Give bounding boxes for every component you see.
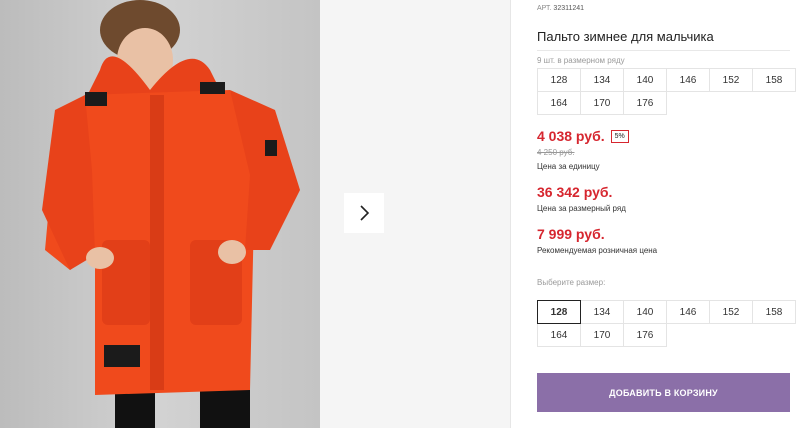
row-price: 36 342 руб.: [537, 184, 613, 200]
size-row-cell: 158: [752, 68, 796, 92]
size-selector: 128 134 140 146 152 158 164 170 176: [537, 300, 796, 347]
size-row-cell: 170: [580, 91, 624, 115]
coat-illustration: [0, 0, 320, 428]
size-option[interactable]: 170: [580, 323, 624, 347]
size-option[interactable]: 158: [752, 300, 796, 324]
size-option[interactable]: 146: [666, 300, 710, 324]
size-row-cell: 176: [623, 91, 667, 115]
old-price: 4 250 руб.: [537, 148, 575, 157]
discount-badge: 5%: [610, 129, 629, 143]
unit-price: 4 038 руб.: [537, 128, 605, 144]
size-option[interactable]: 140: [623, 300, 667, 324]
product-title: Пальто зимнее для мальчика: [537, 29, 714, 44]
size-option[interactable]: 164: [537, 323, 581, 347]
size-option[interactable]: 134: [580, 300, 624, 324]
add-to-cart-button[interactable]: ДОБАВИТЬ В КОРЗИНУ: [537, 373, 790, 412]
chevron-right-icon: [360, 205, 370, 221]
size-row-grid: 128 134 140 146 152 158 164 170 176: [537, 68, 796, 115]
row-price-note: Цена за размерный ряд: [537, 204, 626, 213]
product-gallery: [0, 0, 510, 428]
retail-price-note: Рекомендуемая розничная цена: [537, 246, 658, 255]
size-row-cell: 146: [666, 68, 710, 92]
panel-divider: [510, 0, 511, 428]
article-number: АРТ. 32311241: [537, 5, 584, 12]
title-separator: [537, 50, 790, 51]
size-option[interactable]: 152: [709, 300, 753, 324]
choose-size-label: Выберите размер:: [537, 278, 606, 287]
size-option-selected[interactable]: 128: [537, 300, 581, 324]
retail-price-line: 7 999 руб.: [537, 226, 605, 242]
size-row-cell: 128: [537, 68, 581, 92]
size-row-cell: 140: [623, 68, 667, 92]
size-row-cell: 152: [709, 68, 753, 92]
size-row-cell: 164: [537, 91, 581, 115]
row-price-line: 36 342 руб.: [537, 184, 612, 200]
size-option[interactable]: 176: [623, 323, 667, 347]
next-image-button[interactable]: [344, 193, 384, 233]
article-value: 32311241: [553, 5, 585, 12]
product-info-panel: АРТ. 32311241 Пальто зимнее для мальчика…: [537, 0, 796, 428]
retail-price: 7 999 руб.: [537, 226, 605, 242]
size-row-cell: 134: [580, 68, 624, 92]
product-photo[interactable]: [0, 0, 320, 428]
unit-price-note: Цена за единицу: [537, 162, 600, 171]
article-label: АРТ.: [537, 5, 552, 12]
unit-price-line: 4 038 руб. 5%: [537, 128, 629, 144]
size-row-label: 9 шт. в размерном ряду: [537, 56, 625, 65]
